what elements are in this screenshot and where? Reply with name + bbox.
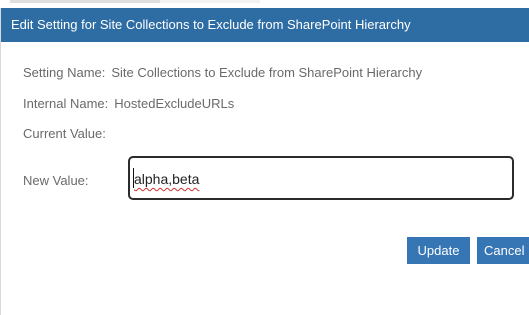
dialog-titlebar: Edit Setting for Site Collections to Exc… [1,8,529,42]
update-button[interactable]: Update [407,237,470,264]
internal-name-value: HostedExcludeURLs [114,96,235,111]
setting-name-value: Site Collections to Exclude from SharePo… [111,65,423,80]
new-value-text: alpha,beta [134,171,200,187]
current-value-row: Current Value: [23,126,112,141]
background-page-strip [0,0,529,8]
new-value-label: New Value: [23,173,89,188]
internal-name-label: Internal Name: [23,96,109,111]
dialog-title: Edit Setting for Site Collections to Exc… [11,17,411,32]
current-value-label: Current Value: [23,126,106,141]
setting-name-label: Setting Name: [23,65,106,80]
background-text-fragment [10,0,260,3]
new-value-input[interactable]: alpha,beta [128,156,514,200]
setting-name-row: Setting Name: Site Collections to Exclude… [23,65,422,80]
cancel-button[interactable]: Cancel [477,237,529,264]
edit-setting-dialog: Edit Setting for Site Collections to Exc… [0,8,529,315]
internal-name-row: Internal Name: HostedExcludeURLs [23,96,234,111]
